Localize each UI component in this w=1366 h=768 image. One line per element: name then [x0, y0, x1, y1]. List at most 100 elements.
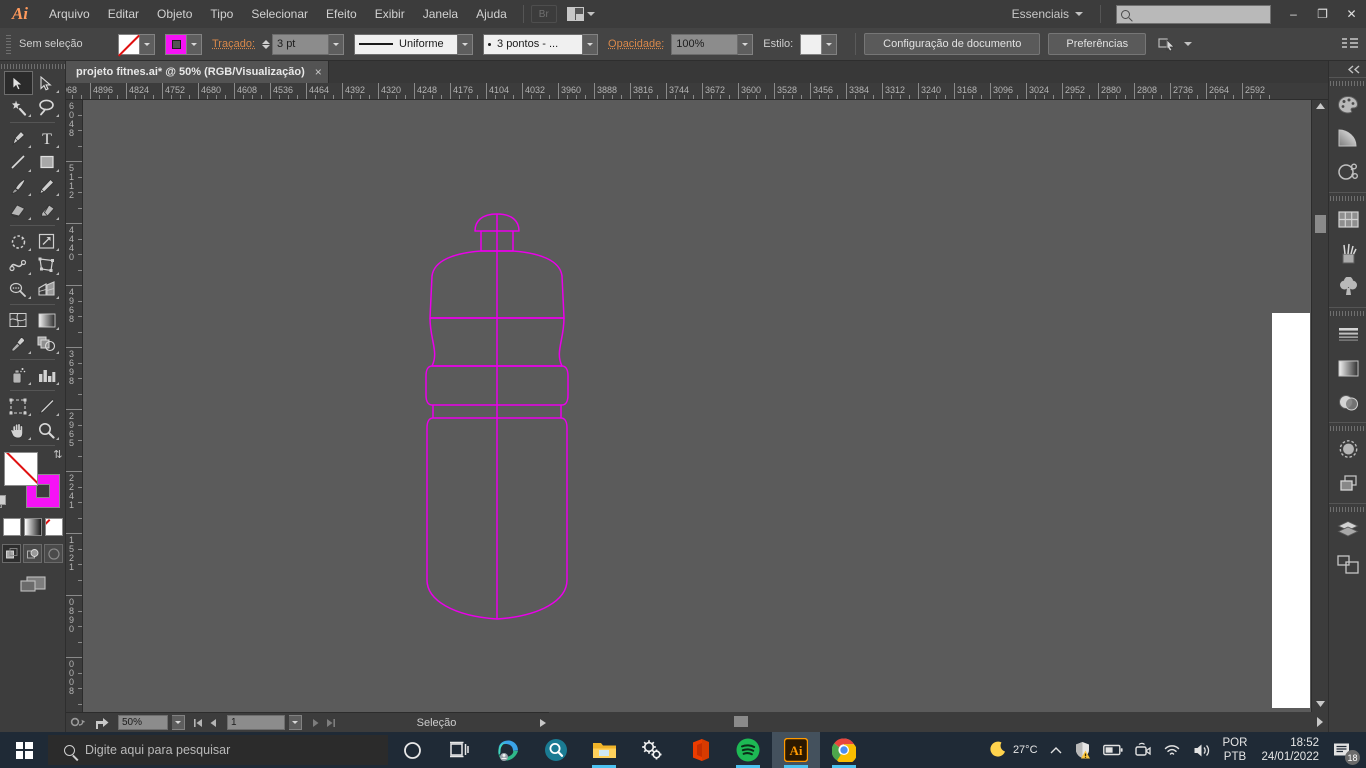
control-bar-grip[interactable]: [4, 34, 13, 54]
window-maximize-button[interactable]: ❐: [1308, 0, 1337, 28]
opacity-value[interactable]: 100%: [671, 34, 738, 55]
paintbrush-tool[interactable]: [4, 174, 33, 198]
brush-definition-dropdown-button[interactable]: [583, 34, 598, 55]
shaper-tool[interactable]: [4, 198, 33, 222]
selection-tool[interactable]: [4, 71, 33, 95]
eraser-tool[interactable]: [33, 198, 62, 222]
opacity-control[interactable]: 100%: [671, 34, 753, 55]
start-button[interactable]: [0, 732, 48, 768]
type-tool[interactable]: T: [33, 126, 62, 150]
window-minimize-button[interactable]: –: [1279, 0, 1308, 28]
menu-janela[interactable]: Janela: [414, 0, 467, 28]
zoom-tool[interactable]: [33, 418, 62, 442]
width-tool[interactable]: [4, 253, 33, 277]
panel-group-grip[interactable]: [1329, 78, 1366, 87]
graphic-style-control[interactable]: [800, 34, 837, 55]
stroke-profile-dropdown-button[interactable]: [458, 34, 473, 55]
task-view-button[interactable]: [436, 732, 484, 768]
menu-ajuda[interactable]: Ajuda: [467, 0, 516, 28]
scroll-right-icon[interactable]: [1314, 712, 1326, 732]
graphic-style-dropdown-button[interactable]: [822, 34, 837, 55]
workspace-switcher[interactable]: Essenciais: [1002, 7, 1093, 21]
first-page-icon[interactable]: [193, 717, 204, 729]
brush-definition-control[interactable]: 3 pontos - ...: [483, 34, 598, 55]
volume-button[interactable]: [1187, 732, 1217, 768]
stroke-weight-control[interactable]: 3 pt: [262, 34, 344, 55]
horizontal-ruler[interactable]: 4968489648244752468046084536446443924320…: [66, 83, 1328, 100]
window-close-button[interactable]: ✕: [1337, 0, 1366, 28]
symbol-sprayer-tool[interactable]: [4, 363, 33, 387]
menu-selecionar[interactable]: Selecionar: [242, 0, 317, 28]
color-themes-panel-icon[interactable]: [1329, 155, 1366, 189]
menu-efeito[interactable]: Efeito: [317, 0, 366, 28]
close-icon[interactable]: ×: [315, 65, 322, 79]
scale-tool[interactable]: [33, 229, 62, 253]
fill-swatch[interactable]: [118, 34, 140, 55]
symbols-panel-icon[interactable]: [1329, 270, 1366, 304]
panel-group-grip[interactable]: [1329, 504, 1366, 513]
default-fill-stroke-icon[interactable]: [0, 495, 5, 508]
slice-tool[interactable]: [33, 394, 62, 418]
artboards-panel-icon[interactable]: [1329, 547, 1366, 581]
hand-tool[interactable]: [4, 418, 33, 442]
menu-arquivo[interactable]: Arquivo: [40, 0, 99, 28]
collapse-panels-button[interactable]: [1329, 61, 1366, 77]
vertical-scrollbar[interactable]: [1311, 100, 1328, 712]
taskbar-app-adobe-illustrator[interactable]: Ai: [772, 732, 820, 768]
arrange-documents-button[interactable]: [567, 7, 595, 21]
preflight-icon[interactable]: [70, 716, 86, 730]
page-number-input[interactable]: 1: [227, 715, 285, 730]
color-swatch-button[interactable]: [3, 518, 21, 536]
camera-button[interactable]: [1129, 732, 1157, 768]
screen-mode-button[interactable]: [0, 575, 65, 595]
fill-control[interactable]: [118, 34, 155, 55]
tools-panel-grip[interactable]: [0, 61, 65, 71]
share-document-icon[interactable]: [94, 716, 110, 730]
menu-editar[interactable]: Editar: [99, 0, 148, 28]
zoom-level-dropdown-button[interactable]: [172, 715, 185, 730]
windows-security-button[interactable]: [1068, 732, 1097, 768]
language-indicator[interactable]: POR PTB: [1217, 736, 1254, 764]
swap-fill-stroke-icon[interactable]: ⇅: [53, 448, 62, 461]
scroll-up-icon[interactable]: [1312, 100, 1329, 112]
stroke-weight-label[interactable]: Traçado:: [212, 38, 255, 50]
brushes-panel-icon[interactable]: [1329, 236, 1366, 270]
taskbar-search-input[interactable]: Digite aqui para pesquisar: [48, 735, 388, 765]
panel-group-grip[interactable]: [1329, 423, 1366, 432]
taskbar-app-google-chrome[interactable]: [820, 732, 868, 768]
stroke-weight-dropdown-button[interactable]: [329, 34, 344, 55]
scroll-down-icon[interactable]: [1312, 698, 1329, 710]
opacity-label[interactable]: Opacidade:: [608, 38, 664, 50]
graphic-style-swatch[interactable]: [800, 34, 822, 55]
preferences-button[interactable]: Preferências: [1048, 33, 1146, 55]
taskbar-app-search[interactable]: [532, 732, 580, 768]
menu-exibir[interactable]: Exibir: [366, 0, 414, 28]
stroke-dropdown-button[interactable]: [187, 34, 202, 55]
shape-builder-tool[interactable]: [4, 277, 33, 301]
gradient-panel-icon[interactable]: [1329, 351, 1366, 385]
gradient-tool[interactable]: [33, 308, 62, 332]
document-setup-button[interactable]: Configuração de documento: [864, 33, 1040, 55]
fill-color-swatch[interactable]: [4, 452, 38, 486]
vertical-ruler[interactable]: 6048511244404968369829652241152108900008: [66, 100, 83, 712]
blend-tool[interactable]: [33, 332, 62, 356]
cortana-button[interactable]: [388, 732, 436, 768]
horizontal-scrollbar[interactable]: [549, 712, 1328, 732]
document-tab[interactable]: projeto fitnes.ai* @ 50% (RGB/Visualizaç…: [66, 61, 329, 83]
none-swatch-button[interactable]: [45, 518, 63, 536]
rotate-tool[interactable]: [4, 229, 33, 253]
bridge-button[interactable]: Br: [531, 5, 557, 23]
eyedropper-tool[interactable]: [4, 332, 33, 356]
panel-menu-icon[interactable]: [1342, 37, 1358, 51]
panel-group-grip[interactable]: [1329, 308, 1366, 317]
vertical-scrollbar-thumb[interactable]: [1315, 215, 1326, 233]
clock[interactable]: 18:52 24/01/2022: [1253, 736, 1327, 764]
horizontal-scrollbar-thumb[interactable]: [734, 716, 748, 727]
zoom-level-input[interactable]: 50%: [118, 715, 168, 730]
transparency-panel-icon[interactable]: [1329, 385, 1366, 419]
artboard-tool[interactable]: [4, 394, 33, 418]
previous-page-icon[interactable]: [208, 717, 219, 729]
color-panel-icon[interactable]: [1329, 87, 1366, 121]
line-segment-tool[interactable]: [4, 150, 33, 174]
stroke-swatch[interactable]: [165, 34, 187, 55]
